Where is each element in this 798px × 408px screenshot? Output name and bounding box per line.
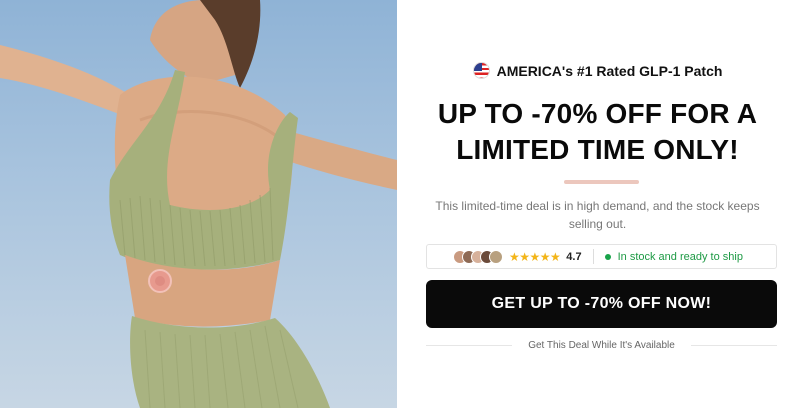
separator	[592, 249, 594, 264]
stock-status-bar: ★★★★★ 4.7 In stock and ready to ship	[426, 244, 777, 269]
rule-right	[690, 344, 778, 346]
hero-left-arm	[0, 45, 135, 120]
footnote: Get This Deal While It's Available	[528, 339, 675, 351]
rating-value: 4.7	[566, 250, 582, 263]
hero-right-arm	[285, 130, 397, 190]
subtext: This limited-time deal is in high demand…	[435, 199, 760, 231]
cta-button[interactable]: GET UP TO -70% OFF NOW!	[426, 280, 777, 328]
star-rating-icon: ★★★★★	[509, 249, 561, 264]
in-stock-dot-icon	[604, 253, 611, 260]
customer-avatars	[453, 249, 503, 264]
us-flag-icon	[472, 62, 490, 79]
tagline-text: AMERICA's #1 Rated GLP-1 Patch	[496, 62, 723, 79]
divider	[564, 180, 639, 184]
tagline: AMERICA's #1 Rated GLP-1 Patch	[397, 62, 798, 79]
footnote-row: Get This Deal While It's Available	[426, 338, 778, 352]
rule-left	[426, 344, 513, 346]
hero-illustration	[0, 0, 397, 408]
headline: UP TO -70% OFF FOR A LIMITED TIME ONLY!	[437, 98, 758, 165]
avatar	[489, 249, 503, 264]
hero-leggings	[130, 316, 330, 408]
hero-image	[0, 0, 397, 408]
promo-panel: AMERICA's #1 Rated GLP-1 Patch UP TO -70…	[397, 0, 798, 408]
stock-status-text: In stock and ready to ship	[617, 250, 743, 263]
